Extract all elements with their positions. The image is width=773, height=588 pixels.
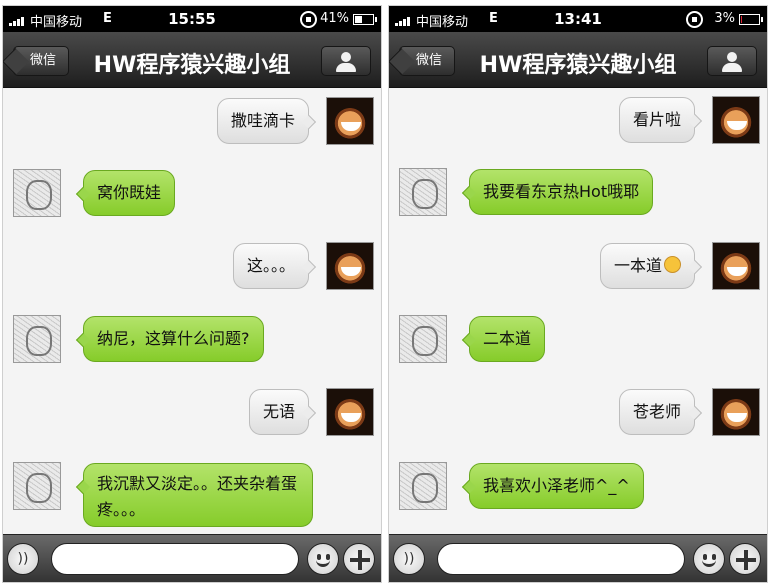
- chat-title: HW程序猿兴趣小组: [93, 53, 291, 78]
- rotation-lock-icon: [300, 11, 317, 28]
- chat-title: HW程序猿兴趣小组: [479, 53, 677, 78]
- outgoing-message: 撒哇滴卡: [3, 93, 381, 153]
- avatar[interactable]: [399, 462, 447, 510]
- message-input[interactable]: [437, 543, 685, 575]
- incoming-message: 二本道: [389, 311, 767, 371]
- message-text: 我要看东京热Hot哦耶: [483, 182, 640, 201]
- message-bubble[interactable]: 看片啦: [618, 97, 703, 143]
- message-text: 窝你既娃: [97, 183, 162, 202]
- message-text: 这。。。: [246, 256, 295, 275]
- message-text: 我沉默又淡定。。还夹杂着蛋疼。。。: [97, 474, 298, 519]
- microphone-icon[interactable]: )): [7, 543, 39, 575]
- message-text: 纳尼，这算什么问题?: [97, 329, 250, 348]
- message-bubble[interactable]: 苍老师: [618, 389, 703, 435]
- battery-percent: 41%: [320, 11, 349, 26]
- person-icon: [727, 52, 737, 62]
- avatar[interactable]: [399, 168, 447, 216]
- bubble-tail: [687, 259, 703, 275]
- avatar[interactable]: [326, 97, 374, 145]
- bubble-tail: [75, 332, 91, 348]
- battery-icon: [353, 14, 377, 25]
- bubble-tail: [461, 479, 477, 495]
- outgoing-message: 无语: [3, 384, 381, 444]
- group-info-button[interactable]: [321, 46, 371, 76]
- rotation-lock-icon: [686, 11, 703, 28]
- message-bubble[interactable]: 窝你既娃: [75, 170, 176, 216]
- back-button[interactable]: 微信: [13, 46, 69, 76]
- incoming-message: 窝你既娃: [3, 165, 381, 225]
- bubble-tail: [301, 405, 317, 421]
- smiley-icon[interactable]: [307, 543, 339, 575]
- incoming-message: 纳尼，这算什么问题?: [3, 311, 381, 371]
- message-input[interactable]: [51, 543, 299, 575]
- status-time: 13:41: [554, 10, 602, 28]
- input-toolbar: )): [3, 534, 381, 582]
- outgoing-message: 看片啦: [389, 92, 767, 152]
- message-text: 撒哇滴卡: [230, 111, 295, 130]
- outgoing-message: 苍老师: [389, 384, 767, 444]
- message-bubble[interactable]: 我沉默又淡定。。还夹杂着蛋疼。。。: [75, 463, 313, 527]
- nav-bar: 微信 HW程序猿兴趣小组: [389, 32, 767, 88]
- plus-icon[interactable]: [343, 543, 375, 575]
- status-bar: 中国移动 E 15:55 41%: [3, 6, 381, 32]
- avatar[interactable]: [326, 242, 374, 290]
- chat-area[interactable]: 撒哇滴卡窝你既娃这。。。纳尼，这算什么问题? 无语我沉默又淡定。。还夹杂着蛋疼。。…: [3, 88, 381, 536]
- avatar[interactable]: [399, 315, 447, 363]
- avatar[interactable]: [13, 169, 61, 217]
- incoming-message: 我喜欢小泽老师^_^: [389, 458, 767, 518]
- avatar[interactable]: [13, 462, 61, 510]
- message-bubble[interactable]: 无语: [248, 389, 317, 435]
- message-bubble[interactable]: 二本道: [461, 316, 546, 362]
- emoji-icon: [664, 256, 681, 273]
- bubble-tail: [687, 113, 703, 129]
- bubble-tail: [461, 185, 477, 201]
- message-text: 苍老师: [632, 402, 681, 421]
- outgoing-message: 这。。。: [3, 238, 381, 298]
- phone-screen-right: 中国移动 E 13:41 3% 微信 HW程序猿兴趣小组 看片啦我要看东京热Ho…: [388, 5, 768, 583]
- message-text: 一本道: [613, 256, 662, 275]
- avatar[interactable]: [13, 315, 61, 363]
- message-bubble[interactable]: 我要看东京热Hot哦耶: [461, 169, 654, 215]
- status-bar: 中国移动 E 13:41 3%: [389, 6, 767, 32]
- bubble-tail: [687, 405, 703, 421]
- message-bubble[interactable]: 我喜欢小泽老师^_^: [461, 463, 644, 509]
- microphone-icon[interactable]: )): [393, 543, 425, 575]
- message-bubble[interactable]: 撒哇滴卡: [216, 98, 317, 144]
- avatar[interactable]: [712, 96, 760, 144]
- avatar[interactable]: [712, 388, 760, 436]
- message-bubble[interactable]: 这。。。: [232, 243, 317, 289]
- bubble-tail: [75, 186, 91, 202]
- message-text: 无语: [262, 402, 295, 421]
- avatar[interactable]: [712, 242, 760, 290]
- outgoing-message: 一本道: [389, 238, 767, 298]
- bubble-tail: [75, 479, 91, 495]
- message-bubble[interactable]: 一本道: [599, 243, 703, 289]
- nav-bar: 微信 HW程序猿兴趣小组: [3, 32, 381, 88]
- group-info-button[interactable]: [707, 46, 757, 76]
- input-toolbar: )): [389, 534, 767, 582]
- bubble-tail: [461, 332, 477, 348]
- battery-icon: [739, 14, 763, 25]
- message-bubble[interactable]: 纳尼，这算什么问题?: [75, 316, 264, 362]
- incoming-message: 我沉默又淡定。。还夹杂着蛋疼。。。: [3, 458, 381, 527]
- person-icon: [341, 52, 351, 62]
- plus-icon[interactable]: [729, 543, 761, 575]
- smiley-icon[interactable]: [693, 543, 725, 575]
- phone-screen-left: 中国移动 E 15:55 41% 微信 HW程序猿兴趣小组 撒哇滴卡窝你既娃这。…: [2, 5, 382, 583]
- screenshot-collage: 中国移动 E 15:55 41% 微信 HW程序猿兴趣小组 撒哇滴卡窝你既娃这。…: [0, 0, 773, 588]
- message-text: 看片啦: [632, 110, 681, 129]
- incoming-message: 我要看东京热Hot哦耶: [389, 164, 767, 224]
- message-text: 二本道: [483, 329, 532, 348]
- back-button[interactable]: 微信: [399, 46, 455, 76]
- avatar[interactable]: [326, 388, 374, 436]
- bubble-tail: [301, 259, 317, 275]
- chat-area[interactable]: 看片啦我要看东京热Hot哦耶一本道二本道苍老师我喜欢小泽老师^_^: [389, 88, 767, 536]
- battery-percent: 3%: [714, 11, 735, 26]
- bubble-tail: [301, 114, 317, 130]
- message-text: 我喜欢小泽老师^_^: [483, 476, 630, 495]
